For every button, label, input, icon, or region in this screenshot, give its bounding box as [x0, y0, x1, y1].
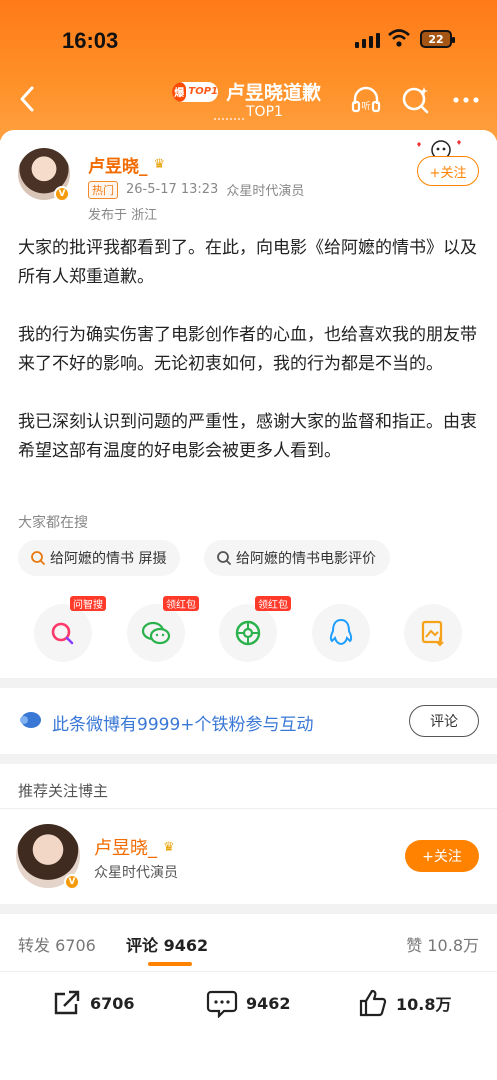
repost-count: 6706 [90, 993, 135, 1013]
battery-level: 22 [428, 32, 444, 46]
ai-search-icon[interactable] [400, 84, 432, 116]
nav-title-group[interactable]: 爆 TOP1 卢昱晓道歉 [172, 78, 321, 105]
post-source: 众星时代演员 [226, 184, 305, 199]
trending-search-label: 大家都在搜 [18, 515, 88, 531]
active-tab-indicator [148, 962, 192, 966]
post-body: 大家的批评我都看到了。在此，向电影《给阿嬷的情书》以及所有人郑重道歉。 我的行为… [18, 234, 480, 495]
share-moments-button[interactable]: 领红包 [219, 596, 291, 662]
hot-search-icon [31, 551, 45, 565]
fans-text[interactable]: 此条微博有9999+个铁粉参与互动 [52, 710, 314, 735]
nav-bar: 爆 TOP1 卢昱晓道歉 TOP1 听 [0, 70, 497, 130]
more-icon[interactable] [450, 84, 482, 116]
search-icon [217, 551, 231, 565]
recommend-name: 卢昱晓_ [94, 838, 157, 859]
signal-icon [355, 32, 380, 48]
wechat-icon [141, 621, 171, 645]
search-chip[interactable]: 给阿嬷的情书电影评价 [204, 540, 390, 576]
divider [0, 808, 497, 809]
thumbs-up-icon [359, 989, 387, 1017]
back-arrow-icon[interactable] [14, 84, 42, 114]
top-header: 16:03 22 爆 TOP1 卢昱晓道歉 TOP1 听 [0, 0, 497, 140]
recommend-name-row[interactable]: 卢昱晓_ ♛ [94, 834, 175, 860]
fans-interaction-bar: 此条微博有9999+个铁粉参与互动 评论 [0, 688, 497, 754]
crown-icon: ♛ [153, 157, 166, 172]
hot-tag: 热门 [88, 180, 118, 199]
like-button[interactable]: 10.8万 [358, 988, 451, 1018]
page-title: 卢昱晓道歉 [226, 82, 322, 104]
badge-bao: 爆 [172, 81, 187, 102]
recommend-title: 推荐关注博主 [18, 782, 109, 800]
tab-likes[interactable]: 赞 10.8万 [406, 932, 479, 956]
ai-search-icon [51, 622, 74, 645]
subtitle-dots [214, 118, 244, 120]
save-image-icon [421, 620, 444, 647]
tab-repost[interactable]: 转发 6706 [18, 932, 96, 956]
post-paragraph: 我已深刻认识到问题的严重性，感谢大家的监督和指正。由衷希望这部有温度的好电影会被… [18, 412, 477, 461]
svg-text:听: 听 [361, 101, 370, 112]
share-tag: 领红包 [255, 596, 291, 611]
post-date: 26-5-17 13:23 [126, 182, 219, 197]
wifi-icon [388, 29, 410, 47]
interaction-tabs: 转发 6706 评论 9462 赞 10.8万 [0, 914, 497, 972]
fans-comment-button[interactable]: 评论 [409, 705, 479, 737]
status-time: 16:03 [62, 28, 119, 53]
share-row: 问智搜 领红包 领红包 [0, 596, 497, 664]
battery-icon: 22 [420, 30, 455, 48]
repost-button[interactable]: 6706 [52, 988, 135, 1018]
comment-button[interactable]: 9462 [206, 988, 291, 1018]
post-paragraph: 大家的批评我都看到了。在此，向电影《给阿嬷的情书》以及所有人郑重道歉。 [18, 238, 477, 287]
moments-icon [235, 620, 261, 646]
page-subtitle: TOP1 [246, 104, 283, 120]
badge-top: TOP1 [188, 86, 218, 97]
post-paragraph: 我的行为确实伤害了电影创作者的心血，也给喜欢我的朋友带来了不好的影响。无论初衷如… [18, 325, 477, 374]
tab-comments-label: 评论 [126, 936, 159, 955]
recommend-section: 推荐关注博主 V 卢昱晓_ ♛ 众星时代演员 +关注 [0, 764, 497, 904]
post-location: 发布于 浙江 [88, 208, 158, 223]
hot-top-badge: 爆 TOP1 [172, 81, 218, 102]
verified-icon: V [64, 874, 80, 890]
search-chip-label: 给阿嬷的情书电影评价 [236, 551, 376, 567]
comment-icon [206, 990, 238, 1018]
follow-button[interactable]: +关注 [417, 156, 479, 186]
author-name[interactable]: 卢昱晓_ [88, 152, 148, 177]
recommend-follow-button[interactable]: +关注 [405, 840, 479, 872]
recommend-desc: 众星时代演员 [94, 865, 178, 881]
save-image-button[interactable] [404, 604, 462, 662]
share-ai-search-button[interactable]: 问智搜 [34, 596, 106, 662]
share-tag: 领红包 [163, 596, 199, 611]
verified-icon: V [54, 186, 70, 202]
qq-icon [329, 618, 353, 646]
search-chip-label: 给阿嬷的情书 屏摄 [50, 551, 167, 567]
search-chip[interactable]: 给阿嬷的情书 屏摄 [18, 540, 181, 576]
like-count: 10.8万 [396, 995, 452, 1014]
comment-count: 9462 [246, 993, 291, 1013]
fans-icon [20, 712, 41, 728]
crown-icon: ♛ [163, 839, 175, 855]
post-meta: 热门 26-5-17 13:23 众星时代演员 [88, 180, 304, 199]
share-tag: 问智搜 [70, 596, 106, 611]
bottom-action-bar: 6706 9462 10.8万 [0, 972, 497, 1080]
status-bar: 16:03 22 [0, 0, 497, 80]
tab-comments[interactable]: 评论 9462 [126, 932, 208, 956]
author-row: 卢昱晓_ ♛ [88, 152, 165, 177]
repost-icon [54, 990, 80, 1015]
share-wechat-button[interactable]: 领红包 [127, 596, 199, 662]
tab-comments-count: 9462 [163, 936, 209, 955]
share-qq-button[interactable] [312, 604, 370, 662]
post-card: V 卢昱晓_ ♛ 热门 26-5-17 13:23 众星时代演员 发布于 浙江 … [0, 130, 497, 678]
listen-icon[interactable]: 听 [350, 84, 382, 116]
